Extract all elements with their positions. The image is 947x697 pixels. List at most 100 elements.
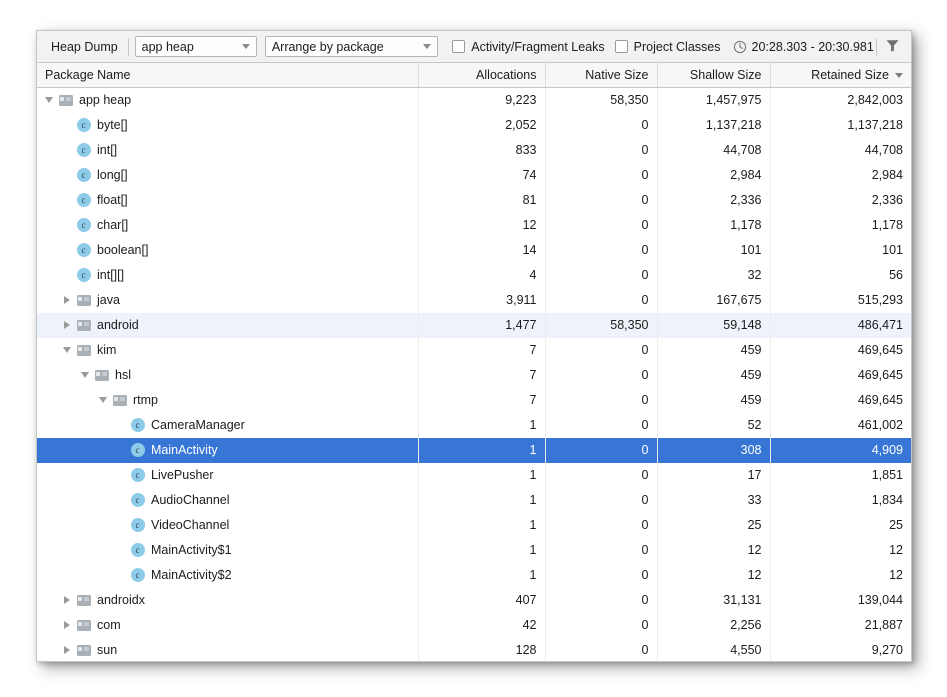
column-header-native-size[interactable]: Native Size [545,63,658,88]
class-icon: c [129,493,146,507]
cell-allocations: 42 [418,612,546,638]
table-row[interactable]: c MainActivity$2 1 0 12 12 [37,562,911,588]
cell-package-name[interactable]: c int[][] [37,262,419,288]
filter-button[interactable] [881,35,905,59]
cell-package-name[interactable]: c long[] [37,162,419,188]
cell-package-name[interactable]: android [37,312,419,338]
cell-package-name[interactable]: hsl [37,362,419,388]
chevron-down-icon [423,44,432,49]
cell-package-name[interactable]: c MainActivity [37,437,419,463]
heap-dump-panel: Heap Dump app heap Arrange by package Ac… [36,30,912,662]
cell-native-size: 0 [545,537,658,563]
cell-allocations: 1 [418,562,546,588]
arrange-select[interactable]: Arrange by package [264,36,439,57]
cell-package-name[interactable]: rtmp [37,387,419,413]
expand-arrow-icon[interactable] [59,296,75,304]
toolbar-divider-2 [875,37,877,56]
cell-package-name[interactable]: sun [37,637,419,661]
cell-shallow-size: 1,457,975 [657,87,771,113]
cell-package-name[interactable]: java [37,287,419,313]
table-row[interactable]: c VideoChannel 1 0 25 25 [37,512,911,538]
table-row[interactable]: sun 128 0 4,550 9,270 [37,637,911,661]
cell-package-name[interactable]: c AudioChannel [37,487,419,513]
table-row[interactable]: c LivePusher 1 0 17 1,851 [37,462,911,488]
column-header-allocations[interactable]: Allocations [418,63,546,88]
collapse-arrow-icon[interactable] [77,372,93,378]
class-icon: c [75,168,92,182]
table-row[interactable]: c AudioChannel 1 0 33 1,834 [37,487,911,513]
filter-icon [885,38,900,56]
table-row[interactable]: com 42 0 2,256 21,887 [37,612,911,638]
cell-retained-size: 139,044 [857,593,903,607]
activity-fragment-leaks-checkbox[interactable]: Activity/Fragment Leaks [452,40,605,54]
table-row[interactable]: c int[] 833 0 44,708 44,708 [37,137,911,163]
table-row[interactable]: c long[] 74 0 2,984 2,984 [37,162,911,188]
table-row[interactable]: androidx 407 0 31,131 139,044 [37,587,911,613]
table-row[interactable]: kim 7 0 459 469,645 [37,337,911,363]
cell-shallow-size: 1,137,218 [657,112,771,138]
expand-arrow-icon[interactable] [59,321,75,329]
cell-allocations: 1 [418,437,546,463]
project-classes-checkbox[interactable]: Project Classes [614,40,721,54]
cell-native-size: 0 [545,637,658,661]
table-row[interactable]: hsl 7 0 459 469,645 [37,362,911,388]
cell-package-name[interactable]: c LivePusher [37,462,419,488]
table-row[interactable]: c char[] 12 0 1,178 1,178 [37,212,911,238]
expand-arrow-icon[interactable] [59,621,75,629]
expand-arrow-icon[interactable] [59,596,75,604]
cell-shallow-size: 2,984 [657,162,771,188]
column-header-shallow-size[interactable]: Shallow Size [657,63,771,88]
cell-package-name[interactable]: c CameraManager [37,412,419,438]
cell-package-name[interactable]: c MainActivity$2 [37,562,419,588]
cell-shallow-size: 52 [657,412,771,438]
collapse-arrow-icon[interactable] [95,397,111,403]
table-row[interactable]: app heap 9,223 58,350 1,457,975 2,842,003 [37,87,911,113]
cell-package-name[interactable]: androidx [37,587,419,613]
column-header-package-name[interactable]: Package Name [37,63,419,88]
folder-icon [75,319,92,331]
cell-retained-size: 461,002 [857,418,903,432]
table-row[interactable]: c byte[] 2,052 0 1,137,218 1,137,218 [37,112,911,138]
checkbox-box-icon[interactable] [452,40,466,53]
class-icon: c [75,268,92,282]
table-row[interactable]: c float[] 81 0 2,336 2,336 [37,187,911,213]
table-row[interactable]: c CameraManager 1 0 52 461,002 [37,412,911,438]
table-row[interactable]: c int[][] 4 0 32 56 [37,262,911,288]
heap-table: Package Name Allocations Native Size Sha… [37,63,911,661]
table-row[interactable]: c MainActivity 1 0 308 4,909 [37,437,911,463]
cell-allocations: 833 [418,137,546,163]
column-header-retained-size[interactable]: Retained Size [770,63,911,88]
cell-package-name[interactable]: c float[] [37,187,419,213]
cell-allocations: 74 [418,162,546,188]
collapse-arrow-icon[interactable] [59,347,75,353]
table-row[interactable]: c MainActivity$1 1 0 12 12 [37,537,911,563]
cell-retained-size: 4,909 [770,437,911,463]
cell-package-name[interactable]: com [37,612,419,638]
cell-native-size: 0 [545,562,658,588]
table-row[interactable]: c boolean[] 14 0 101 101 [37,237,911,263]
cell-retained-size: 9,270 [871,643,903,657]
folder-icon [75,344,92,356]
heap-select[interactable]: app heap [134,36,257,57]
collapse-arrow-icon[interactable] [41,97,57,103]
table-row[interactable]: java 3,911 0 167,675 515,293 [37,287,911,313]
node-label: char[] [97,218,129,232]
cell-package-name[interactable]: c VideoChannel [37,512,419,538]
cell-package-name[interactable]: c byte[] [37,112,419,138]
table-row[interactable]: android 1,477 58,350 59,148 486,471 [37,312,911,338]
cell-package-name[interactable]: kim [37,337,419,363]
heap-table-container[interactable]: Package Name Allocations Native Size Sha… [37,63,911,661]
cell-allocations: 1 [418,537,546,563]
class-icon: c [129,443,146,457]
class-icon: c [129,418,146,432]
table-row[interactable]: rtmp 7 0 459 469,645 [37,387,911,413]
cell-package-name[interactable]: c boolean[] [37,237,419,263]
cell-package-name[interactable]: c char[] [37,212,419,238]
cell-package-name[interactable]: c MainActivity$1 [37,537,419,563]
cell-retained-size: 486,471 [770,312,911,338]
cell-package-name[interactable]: app heap [37,87,419,113]
expand-arrow-icon[interactable] [59,646,75,654]
checkbox-box-icon[interactable] [614,40,628,53]
cell-shallow-size: 59,148 [657,312,771,338]
cell-package-name[interactable]: c int[] [37,137,419,163]
